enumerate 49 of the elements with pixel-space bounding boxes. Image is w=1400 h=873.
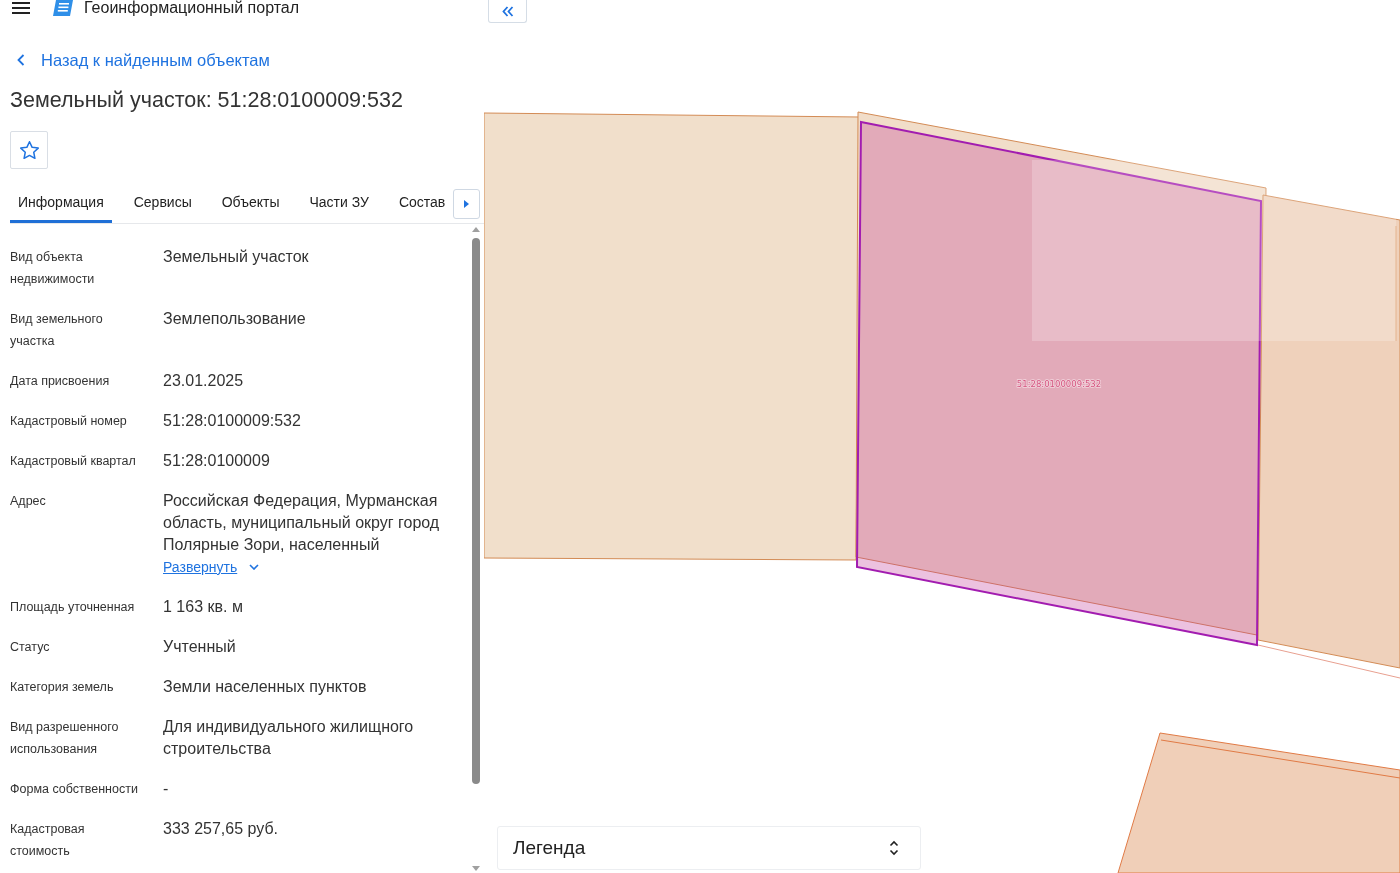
favorite-button[interactable] xyxy=(10,131,48,169)
tab[interactable]: Информация xyxy=(10,183,112,223)
field-label: Вид объекта недвижимости xyxy=(10,249,96,288)
caret-down-icon[interactable] xyxy=(472,866,480,871)
field-label: Вид разрешенного использования xyxy=(10,719,120,758)
legend-toggle[interactable]: Легенда xyxy=(497,826,921,870)
field-label: Кадастровый квартал xyxy=(10,453,137,470)
tab[interactable]: Объекты xyxy=(213,183,288,223)
field-label: Категория земель xyxy=(10,679,115,696)
tab[interactable]: Состав xyxy=(390,183,454,223)
field-label: Статус xyxy=(10,639,51,656)
chevron-up-down-icon xyxy=(889,840,899,856)
field-label: Кадастровая стоимость xyxy=(10,821,86,860)
double-chevron-left-icon xyxy=(501,5,514,17)
field-value: - xyxy=(163,779,169,799)
field-value: 51:28:0100009 xyxy=(163,451,270,471)
field-value: Учтенный xyxy=(163,637,236,657)
field-value: 51:28:0100009:532 xyxy=(163,411,301,431)
field-label: Форма собственности xyxy=(10,781,139,798)
field-value: Земельный участок xyxy=(163,247,309,267)
tab[interactable]: Части ЗУ xyxy=(301,183,377,223)
field-label: Дата присвоения xyxy=(10,373,111,390)
caret-up-icon[interactable] xyxy=(472,227,480,232)
scrollbar-thumb[interactable] xyxy=(472,238,480,784)
caret-right-icon xyxy=(464,200,470,208)
field-value: Землепользование xyxy=(163,309,306,329)
field-label: Адрес xyxy=(10,493,47,510)
menu-icon[interactable] xyxy=(12,2,30,14)
field-label: Кадастровый номер xyxy=(10,413,128,430)
chevron-down-icon xyxy=(249,564,260,570)
field-value: Земли населенных пунктов xyxy=(163,677,367,697)
chevron-left-icon xyxy=(17,54,25,66)
scroll-tabs-button[interactable] xyxy=(453,189,480,219)
collapse-panel-button[interactable] xyxy=(488,0,527,23)
parcel-label: 51:28:0100009:532 xyxy=(1016,379,1102,389)
field-value: 23.01.2025 xyxy=(163,371,244,391)
object-title: Земельный участок: 51:28:0100009:532 xyxy=(10,87,403,113)
field-label: Вид земельного участка xyxy=(10,311,104,350)
field-label: Площадь уточненная xyxy=(10,599,136,616)
field-value: Российская Федерация, Мурманская область, муниципальный округ город Полярные Зори, населенный xyxy=(163,491,441,555)
portal-title: Геоинформационный портал xyxy=(84,0,300,16)
tab[interactable]: Сервисы xyxy=(125,183,200,223)
field-value: 333 257,65 руб. xyxy=(163,819,279,839)
expand-link[interactable]: Развернуть xyxy=(163,556,260,578)
field-value: Для индивидуального жилищного строительства xyxy=(163,717,415,759)
back-link[interactable]: Назад к найденным объектам xyxy=(17,51,270,69)
land-parcel[interactable] xyxy=(1117,732,1400,873)
field-value: 1 163 кв. м xyxy=(163,597,243,617)
land-parcel[interactable] xyxy=(1257,194,1400,679)
